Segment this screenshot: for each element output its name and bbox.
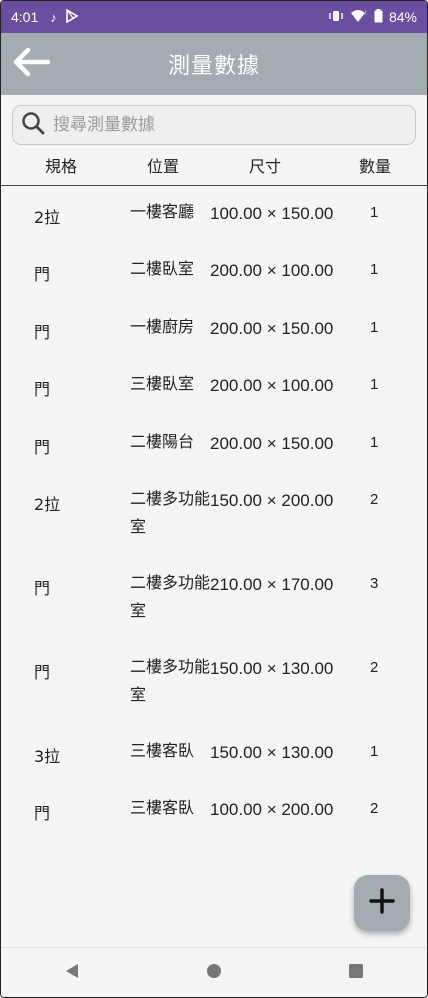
column-header-quantity: 數量 [358,157,391,176]
app-bar: 測量數據 [1,33,427,95]
row-size: 200.00 × 100.00 [210,261,334,280]
row-location: 二樓陽台 [130,432,195,451]
arrow-left-icon [12,47,51,81]
row-spec: 門 [34,804,51,823]
battery-level: 84% [388,9,417,25]
row-spec: 門 [34,663,51,682]
row-location: 二樓多功能室 [130,489,211,536]
row-location: 三樓客臥 [130,798,195,817]
row-size: 100.00 × 150.00 [210,204,334,223]
row-location: 二樓多功能室 [130,657,211,704]
row-quantity: 2 [370,659,379,676]
row-quantity: 1 [370,743,379,760]
row-quantity: 1 [370,319,379,336]
row-location: 三樓臥室 [130,374,195,393]
search-box[interactable] [12,105,416,145]
row-size: 150.00 × 130.00 [210,659,334,678]
row-size: 150.00 × 200.00 [210,491,334,510]
row-location: 三樓客臥 [130,741,195,760]
row-spec: 門 [34,380,51,399]
row-spec: 門 [34,438,51,457]
search-icon [21,111,45,139]
row-location: 一樓廚房 [130,317,195,336]
back-button[interactable] [11,45,51,83]
row-quantity: 1 [370,204,379,221]
row-size: 210.00 × 170.00 [210,575,334,594]
row-location: 一樓客廳 [130,202,195,221]
page-title: 測量數據 [167,54,260,79]
row-size: 150.00 × 130.00 [210,743,334,762]
status-time: 4:01 [11,9,39,25]
table-header: 規格 位置 尺寸 數量 [1,145,427,186]
status-bar: 4:01 ♪ ! 84% [1,1,427,33]
nav-recents-icon[interactable] [348,963,364,983]
row-quantity: 1 [370,261,379,278]
row-size: 200.00 × 100.00 [210,376,334,395]
row-location: 二樓多功能室 [130,573,211,620]
wifi-icon: ! [350,9,368,26]
nav-home-icon[interactable] [206,963,222,983]
row-spec: 門 [34,579,51,598]
row-quantity: 2 [370,800,379,817]
plus-icon [369,888,395,918]
battery-icon [374,8,383,26]
column-header-size: 尺寸 [248,157,281,176]
nav-back-icon[interactable] [64,963,80,983]
row-quantity: 1 [370,376,379,393]
app-frame: 4:01 ♪ ! 84% 測量數據 搜尋測量數據 規格 位置 尺寸 數量 2拉 … [0,0,428,998]
row-spec: 門 [34,265,51,284]
row-spec: 門 [34,323,51,342]
system-nav-bar [1,947,427,997]
search-input[interactable] [51,114,395,136]
add-button[interactable] [354,875,410,931]
row-size: 100.00 × 200.00 [210,800,334,819]
row-spec: 3拉 [34,747,61,766]
music-note-icon: ♪ [50,9,57,25]
row-location: 二樓臥室 [130,259,195,278]
status-right: ! 84% [328,8,417,26]
column-header-location: 位置 [146,157,179,176]
play-store-icon [65,8,79,26]
row-quantity: 2 [370,491,379,508]
row-spec: 2拉 [34,208,61,227]
row-quantity: 1 [370,434,379,451]
svg-text:!: ! [365,11,367,17]
vibrate-icon [328,9,344,25]
row-size: 200.00 × 150.00 [210,434,334,453]
row-spec: 2拉 [34,495,61,514]
row-quantity: 3 [370,575,379,592]
row-size: 200.00 × 150.00 [210,319,334,338]
column-header-spec: 規格 [44,157,77,176]
